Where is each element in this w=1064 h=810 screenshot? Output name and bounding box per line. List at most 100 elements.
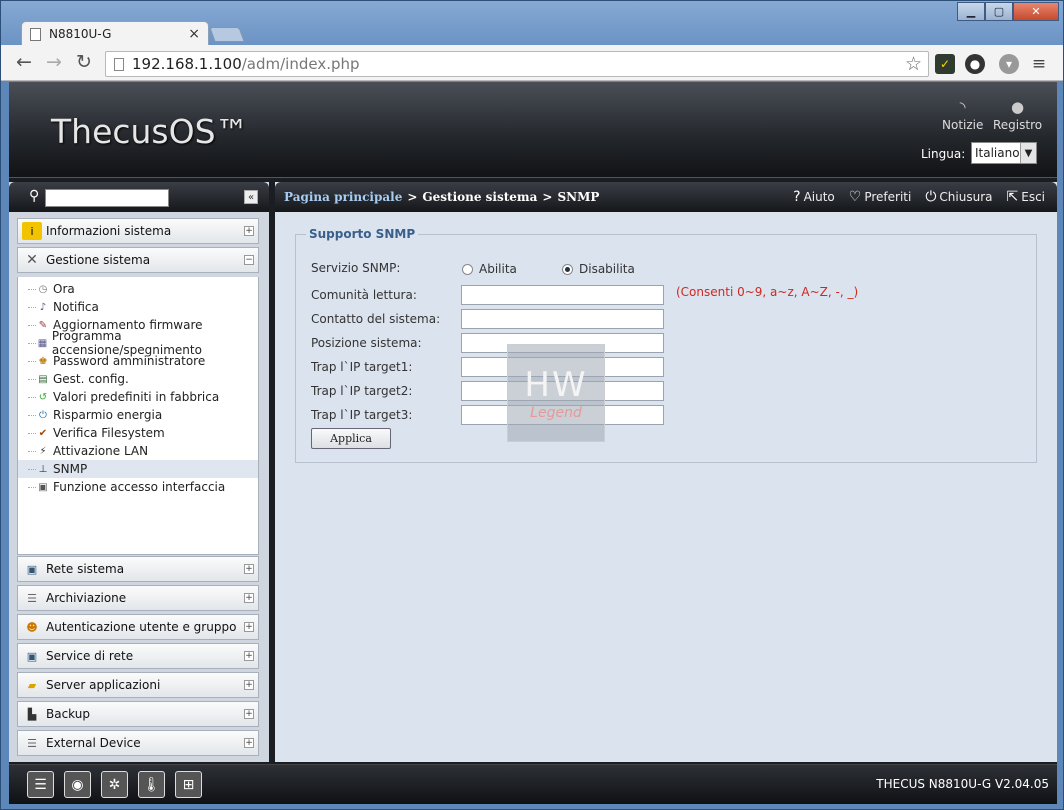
- breadcrumb-section: Gestione sistema: [422, 190, 538, 204]
- sidebar-item-label: Ora: [53, 282, 75, 296]
- expand-icon[interactable]: +: [244, 226, 254, 236]
- news-label: Notizie: [942, 118, 984, 132]
- log-button[interactable]: ● Registro: [993, 98, 1042, 132]
- info-icon: i: [22, 222, 42, 240]
- log-label: Registro: [993, 118, 1043, 132]
- sidebar-item-ui-access[interactable]: ▣ Funzione accesso interfaccia: [18, 478, 258, 496]
- extension-off-icon[interactable]: ●: [965, 54, 985, 74]
- category-label: External Device: [46, 736, 141, 750]
- thermometer-icon[interactable]: 🌡︎: [138, 771, 165, 798]
- expand-icon[interactable]: +: [244, 622, 254, 632]
- shutdown-button[interactable]: ⏻ Chiusura: [925, 189, 992, 205]
- browser-toolbar: ← → ↻ 192.168.1.100/adm/index.php ☆ ✓ ● …: [1, 45, 1063, 81]
- snmp-fieldset: Supporto SNMP Servizio SNMP: Abilita Dis…: [295, 227, 1037, 463]
- contact-label: Contatto del sistema:: [311, 312, 441, 326]
- category-network[interactable]: ▣ Rete sistema +: [17, 556, 259, 582]
- collapse-sidebar-icon[interactable]: «: [244, 190, 258, 204]
- maximize-button[interactable]: ▢: [985, 2, 1013, 21]
- sidebar-item-notifica[interactable]: ♪ Notifica: [18, 298, 258, 316]
- bookmark-star-icon[interactable]: ☆: [905, 53, 922, 75]
- expand-icon[interactable]: +: [244, 651, 254, 661]
- logout-label: Esci: [1021, 190, 1045, 204]
- sidebar-item-power[interactable]: ⏻ Risparmio energia: [18, 406, 258, 424]
- snmp-enable-radio[interactable]: Abilita: [462, 262, 517, 276]
- snmp-disable-radio[interactable]: Disabilita: [562, 262, 635, 276]
- extension-shield-icon[interactable]: ▾: [999, 54, 1019, 74]
- back-arrow-icon[interactable]: ←: [13, 51, 35, 73]
- browser-tab[interactable]: N8810U-G ×: [21, 21, 209, 46]
- minimize-button[interactable]: ▁: [957, 2, 985, 21]
- language-value: Italiano: [975, 146, 1020, 160]
- menu-icon[interactable]: ≡: [1029, 54, 1049, 74]
- category-backup[interactable]: ▙ Backup +: [17, 701, 259, 727]
- breadcrumb: Pagina principale > Gestione sistema > S…: [275, 182, 1057, 212]
- sidebar-item-label: Attivazione LAN: [53, 444, 149, 458]
- category-system[interactable]: ✕ Gestione sistema −: [17, 247, 259, 273]
- radio-button[interactable]: [462, 263, 473, 275]
- server-icon[interactable]: ☰: [27, 771, 54, 798]
- network-status-icon[interactable]: ⊞: [175, 771, 202, 798]
- community-hint: (Consenti 0~9, a~z, A~Z, -, _): [676, 285, 859, 299]
- news-button[interactable]: ◝ Notizie: [942, 98, 983, 132]
- new-tab-button[interactable]: [209, 27, 245, 42]
- tools-icon: ✕: [26, 252, 38, 268]
- thecus-logo: ThecusOS™: [51, 112, 249, 151]
- help-button[interactable]: ? Aiuto: [793, 189, 835, 205]
- filesystem-check-icon: ✔: [38, 427, 48, 439]
- favorites-button[interactable]: ♡ Preferiti: [849, 189, 912, 205]
- sidebar-item-wol[interactable]: ⚡ Attivazione LAN: [18, 442, 258, 460]
- trap3-label: Trap l`IP target3:: [311, 408, 413, 422]
- language-select[interactable]: Italiano ▼: [971, 142, 1037, 164]
- collapse-icon[interactable]: −: [244, 255, 254, 265]
- sidebar-search-bar: ⚲ «: [9, 182, 269, 212]
- expand-icon[interactable]: +: [244, 564, 254, 574]
- close-window-button[interactable]: ✕: [1013, 2, 1059, 21]
- category-external[interactable]: ☰ External Device +: [17, 730, 259, 756]
- category-appserver[interactable]: ▰ Server applicazioni +: [17, 672, 259, 698]
- category-label: Gestione sistema: [46, 253, 151, 267]
- expand-icon[interactable]: +: [244, 709, 254, 719]
- network-icon: ▣: [26, 562, 38, 576]
- expand-icon[interactable]: +: [244, 738, 254, 748]
- sidebar-item-label: Gest. config.: [53, 372, 129, 386]
- breadcrumb-home[interactable]: Pagina principale: [284, 190, 402, 204]
- sidebar-item-password[interactable]: ♚ Password amministratore: [18, 352, 258, 370]
- sidebar-item-snmp[interactable]: ⊥ SNMP: [18, 460, 258, 478]
- community-input[interactable]: [461, 285, 664, 305]
- external-device-icon: ☰: [27, 736, 37, 750]
- sidebar-item-config[interactable]: ▤ Gest. config.: [18, 370, 258, 388]
- chevron-down-icon[interactable]: ▼: [1020, 143, 1036, 163]
- sidebar-item-filesystem[interactable]: ✔ Verifica Filesystem: [18, 424, 258, 442]
- expand-icon[interactable]: +: [244, 593, 254, 603]
- disk-icon[interactable]: ◉: [64, 771, 91, 798]
- radio-label: Disabilita: [579, 262, 635, 276]
- category-info[interactable]: i Informazioni sistema +: [17, 218, 259, 244]
- contact-input[interactable]: [461, 309, 664, 329]
- category-label: Autenticazione utente e gruppo: [46, 620, 237, 634]
- sidebar-item-factory[interactable]: ↺ Valori predefiniti in fabbrica: [18, 388, 258, 406]
- address-bar[interactable]: 192.168.1.100/adm/index.php ☆: [105, 51, 929, 77]
- extension-check-icon[interactable]: ✓: [935, 54, 955, 74]
- notification-icon: ♪: [39, 301, 47, 313]
- snmp-service-label: Servizio SNMP:: [311, 261, 401, 275]
- reset-icon: ↺: [38, 391, 48, 403]
- apply-button[interactable]: Applica: [311, 428, 391, 449]
- close-tab-icon[interactable]: ×: [188, 26, 200, 42]
- radio-button[interactable]: [562, 263, 573, 275]
- fan-icon[interactable]: ✲: [101, 771, 128, 798]
- category-storage[interactable]: ☰ Archiviazione +: [17, 585, 259, 611]
- radio-label: Abilita: [479, 262, 517, 276]
- help-label: Aiuto: [803, 190, 835, 204]
- expand-icon[interactable]: +: [244, 680, 254, 690]
- sidebar-item-schedule[interactable]: ▦ Programma accensione/spegnimento: [18, 329, 258, 357]
- nas-admin-app: ThecusOS™ ◝ Notizie ● Registro Lingua: I…: [9, 82, 1057, 804]
- forward-arrow-icon[interactable]: →: [43, 51, 65, 73]
- reload-icon[interactable]: ↻: [73, 51, 95, 73]
- search-input[interactable]: [45, 189, 169, 207]
- category-netservice[interactable]: ▣ Service di rete +: [17, 643, 259, 669]
- logout-button[interactable]: ⇱ Esci: [1007, 189, 1046, 205]
- trap1-label: Trap l`IP target1:: [311, 360, 413, 374]
- sidebar-item-ora[interactable]: ◷ Ora: [18, 280, 258, 298]
- category-auth[interactable]: ☻ Autenticazione utente e gruppo +: [17, 614, 259, 640]
- app-server-icon: ▰: [27, 678, 37, 692]
